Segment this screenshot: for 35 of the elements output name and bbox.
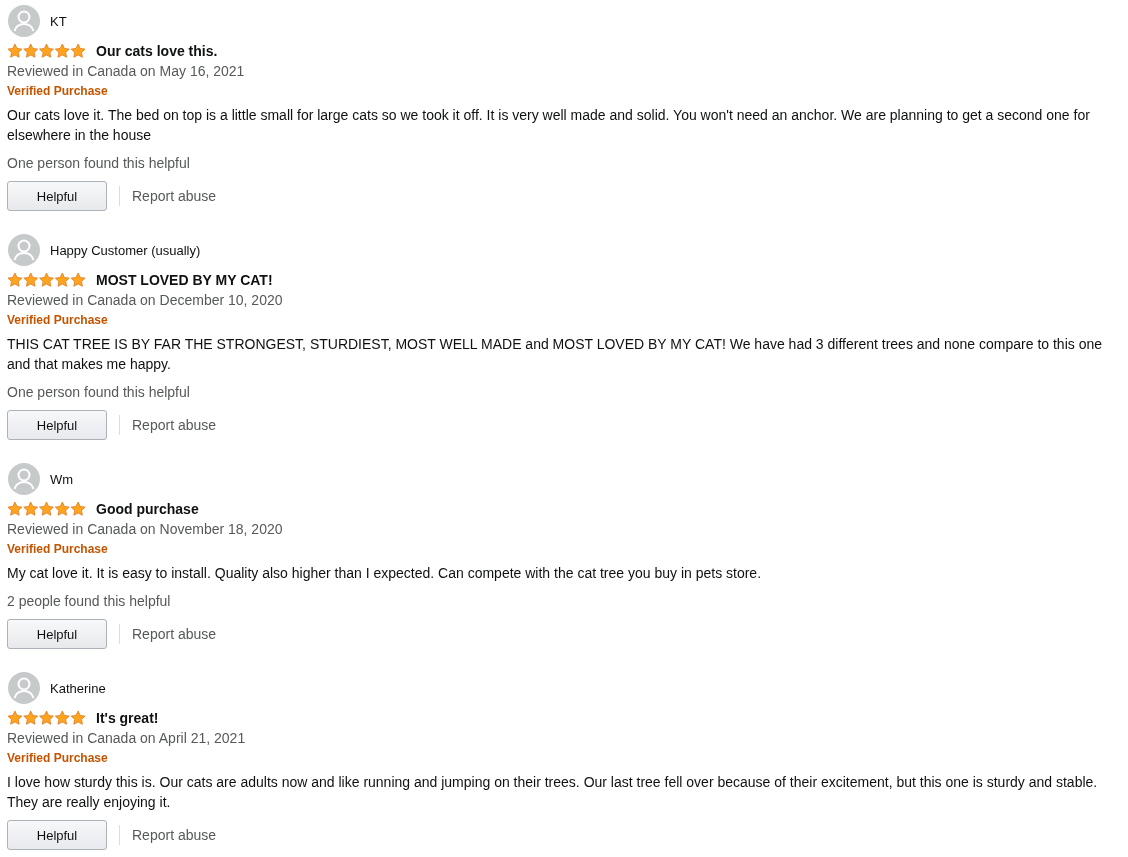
verified-purchase-label: Verified Purchase [7,312,109,329]
verified-purchase-label: Verified Purchase [7,83,109,100]
avatar-icon [8,672,40,704]
review-text: My cat love it. It is easy to install. Quality also higher than I expected. Can compete with the cat tree you buy in pets store. [7,564,763,583]
review-date: Reviewed in Canada on May 16, 2021 [7,62,246,81]
review-date: Reviewed in Canada on November 18, 2020 [7,520,284,539]
review-date: Reviewed in Canada on December 10, 2020 [7,291,284,310]
avatar-icon [8,234,40,266]
review-text: THIS CAT TREE IS BY FAR THE STRONGEST, STURDIEST, MOST WELL MADE and MOST LOVED BY MY CAT! We have had 3 different trees and none compare to this one and that makes me happy. [7,335,1103,374]
helpful-button[interactable]: Helpful [7,410,107,440]
review-date: Reviewed in Canada on April 21, 2021 [7,729,247,748]
verified-purchase-label: Verified Purchase [7,750,109,767]
helpful-count: One person found this helpful [7,154,191,173]
avatar-icon [8,463,40,495]
helpful-button[interactable]: Helpful [7,820,107,850]
review-text: I love how sturdy this is. Our cats are adults now and like running and jumping on their trees. Our last tree fell over because of their excitement, but this one is sturdy and stable. They are really enjoying it. [7,773,1099,812]
helpful-button[interactable]: Helpful [7,181,107,211]
report-abuse-link[interactable]: Report abuse [119,624,217,644]
report-abuse-link[interactable]: Report abuse [119,825,217,845]
review-title: Good purchase [96,501,199,517]
reviewer-name: Happy Customer (usually) [50,242,201,258]
avatar-icon [8,5,40,37]
reviewer-name: KT [50,13,67,29]
helpful-button[interactable]: Helpful [7,619,107,649]
review-title: MOST LOVED BY MY CAT! [96,272,273,288]
review-text: Our cats love it. The bed on top is a little small for large cats so we took it off. It is very well made and solid. You won't need an anchor. We are planning to get a second one for elsewhere in the house [7,106,1091,145]
reviewer-name: Katherine [50,680,106,696]
helpful-count: One person found this helpful [7,383,191,402]
review-title: Our cats love this. [96,43,218,59]
helpful-count: 2 people found this helpful [7,592,172,611]
report-abuse-link[interactable]: Report abuse [119,186,217,206]
review-title: It's great! [96,710,159,726]
reviewer-name: Wm [50,471,74,487]
report-abuse-link[interactable]: Report abuse [119,415,217,435]
verified-purchase-label: Verified Purchase [7,541,109,558]
